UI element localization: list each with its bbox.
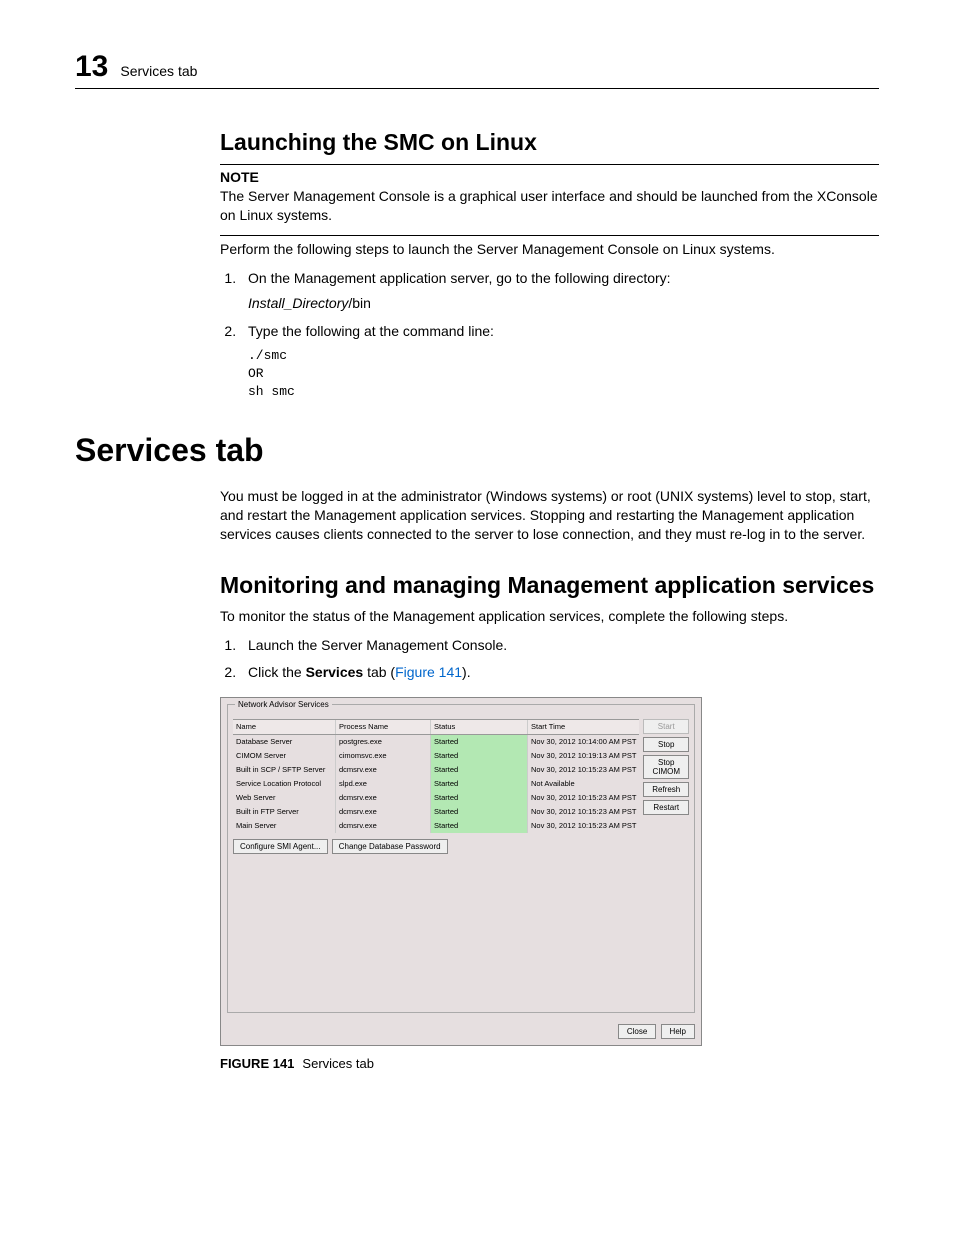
step-item: Click the Services tab (Figure 141). [240, 663, 879, 683]
cell-status: Started [431, 749, 528, 763]
cell-status: Started [431, 819, 528, 833]
cell-process: dcmsrv.exe [336, 763, 431, 777]
figure-141: Network Advisor Services Name Process Na… [220, 697, 879, 1071]
groupbox-title: Network Advisor Services [235, 700, 332, 709]
cell-process: cimomsvc.exe [336, 749, 431, 763]
step-text: Type the following at the command line: [248, 323, 494, 339]
note-text: The Server Management Console is a graph… [220, 187, 879, 225]
cell-starttime: Nov 30, 2012 10:19:13 AM PST [528, 749, 639, 763]
step-item: Type the following at the command line: … [240, 322, 879, 400]
cell-starttime: Not Available [528, 777, 639, 791]
services-groupbox: Network Advisor Services Name Process Na… [227, 704, 695, 1013]
cell-process: dcmsrv.exe [336, 791, 431, 805]
chapter-number: 13 [75, 50, 108, 84]
step-item: On the Management application server, go… [240, 269, 879, 314]
cell-name: Main Server [233, 819, 336, 833]
cell-starttime: Nov 30, 2012 10:15:23 AM PST [528, 819, 639, 833]
table-row[interactable]: Main Serverdcmsrv.exeStartedNov 30, 2012… [233, 819, 639, 833]
heading-monitoring: Monitoring and managing Management appli… [220, 572, 879, 599]
heading-services-tab: Services tab [75, 432, 879, 469]
step-text-bold: Services [306, 664, 364, 680]
stop-button[interactable]: Stop [643, 737, 689, 752]
cell-name: Built in SCP / SFTP Server [233, 763, 336, 777]
cell-status: Started [431, 735, 528, 749]
cell-name: Database Server [233, 735, 336, 749]
rule [220, 235, 879, 236]
cell-process: dcmsrv.exe [336, 805, 431, 819]
col-starttime: Start Time [528, 720, 639, 734]
change-db-password-button[interactable]: Change Database Password [332, 839, 448, 854]
table-row[interactable]: CIMOM Servercimomsvc.exeStartedNov 30, 2… [233, 749, 639, 763]
table-row[interactable]: Database Serverpostgres.exeStartedNov 30… [233, 735, 639, 749]
cell-process: slpd.exe [336, 777, 431, 791]
cell-status: Started [431, 763, 528, 777]
running-title: Services tab [120, 63, 197, 79]
steps-list: Launch the Server Management Console. Cl… [220, 636, 879, 683]
note-label: NOTE [220, 169, 879, 185]
col-status: Status [431, 720, 528, 734]
step-text-b: tab ( [363, 664, 395, 680]
table-row[interactable]: Service Location Protocolslpd.exeStarted… [233, 777, 639, 791]
path-italic: Install_Directory [248, 295, 348, 311]
step-text: Launch the Server Management Console. [248, 637, 507, 653]
cell-process: dcmsrv.exe [336, 819, 431, 833]
services-dialog: Network Advisor Services Name Process Na… [220, 697, 702, 1046]
restart-button[interactable]: Restart [643, 800, 689, 815]
step-item: Launch the Server Management Console. [240, 636, 879, 656]
heading-launching-smc: Launching the SMC on Linux [220, 129, 879, 156]
path-rest: /bin [348, 295, 371, 311]
cell-name: Web Server [233, 791, 336, 805]
start-button[interactable]: Start [643, 719, 689, 734]
cell-status: Started [431, 791, 528, 805]
step-text-a: Click the [248, 664, 306, 680]
figure-caption: FIGURE 141 Services tab [220, 1056, 879, 1071]
cell-name: CIMOM Server [233, 749, 336, 763]
intro-text: Perform the following steps to launch th… [220, 240, 879, 259]
step-text: On the Management application server, go… [248, 270, 671, 286]
table-row[interactable]: Built in SCP / SFTP Serverdcmsrv.exeStar… [233, 763, 639, 777]
intro-text: To monitor the status of the Management … [220, 607, 879, 626]
figure-link[interactable]: Figure 141 [395, 664, 462, 680]
cell-starttime: Nov 30, 2012 10:15:23 AM PST [528, 805, 639, 819]
refresh-button[interactable]: Refresh [643, 782, 689, 797]
body-paragraph: You must be logged in at the administrat… [220, 487, 879, 544]
table-row[interactable]: Built in FTP Serverdcmsrv.exeStartedNov … [233, 805, 639, 819]
cell-status: Started [431, 805, 528, 819]
cell-status: Started [431, 777, 528, 791]
figure-caption-label: FIGURE 141 [220, 1056, 294, 1071]
figure-caption-text: Services tab [302, 1056, 374, 1071]
code-block: ./smc OR sh smc [248, 347, 879, 400]
col-name: Name [233, 720, 336, 734]
close-button[interactable]: Close [618, 1024, 656, 1039]
cell-name: Built in FTP Server [233, 805, 336, 819]
cell-starttime: Nov 30, 2012 10:15:23 AM PST [528, 763, 639, 777]
services-table-header: Name Process Name Status Start Time [233, 719, 639, 735]
running-header: 13 Services tab [75, 50, 879, 89]
stop-cimom-button[interactable]: Stop CIMOM [643, 755, 689, 779]
rule [220, 164, 879, 165]
cell-starttime: Nov 30, 2012 10:15:23 AM PST [528, 791, 639, 805]
cell-process: postgres.exe [336, 735, 431, 749]
table-row[interactable]: Web Serverdcmsrv.exeStartedNov 30, 2012 … [233, 791, 639, 805]
cell-name: Service Location Protocol [233, 777, 336, 791]
configure-smi-agent-button[interactable]: Configure SMI Agent... [233, 839, 328, 854]
col-process: Process Name [336, 720, 431, 734]
step-text-c: ). [462, 664, 471, 680]
steps-list: On the Management application server, go… [220, 269, 879, 400]
cell-starttime: Nov 30, 2012 10:14:00 AM PST [528, 735, 639, 749]
help-button[interactable]: Help [661, 1024, 695, 1039]
